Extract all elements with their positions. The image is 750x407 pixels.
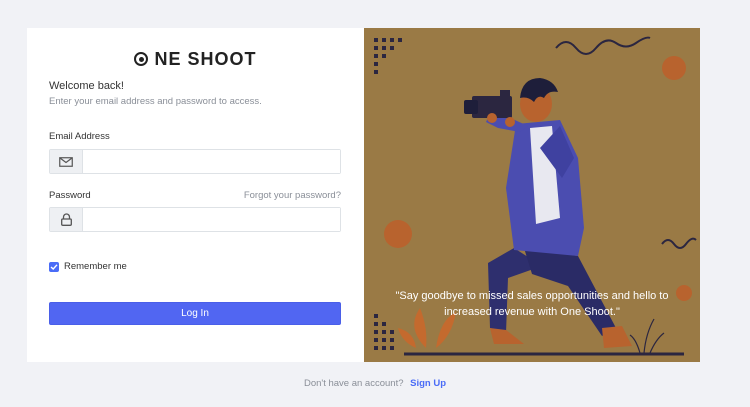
signup-footer: Don't have an account? Sign Up bbox=[0, 378, 750, 389]
remember-me-row: Remember me bbox=[49, 261, 127, 272]
password-label: Password bbox=[49, 190, 91, 201]
password-input-group bbox=[49, 207, 341, 232]
email-label: Email Address bbox=[49, 131, 110, 142]
brand-logo: NE SHOOT bbox=[27, 48, 364, 70]
lock-icon bbox=[50, 208, 83, 231]
logo-text: NE SHOOT bbox=[154, 48, 257, 69]
welcome-subtitle: Enter your email address and password to… bbox=[49, 96, 262, 107]
signup-link[interactable]: Sign Up bbox=[410, 378, 446, 389]
logo-o-icon bbox=[134, 52, 149, 66]
login-form-panel: NE SHOOT Welcome back! Enter your email … bbox=[27, 28, 364, 362]
welcome-heading: Welcome back! bbox=[49, 80, 124, 92]
signup-prompt: Don't have an account? bbox=[303, 378, 404, 389]
login-button[interactable]: Log In bbox=[49, 302, 341, 325]
login-card: NE SHOOT Welcome back! Enter your email … bbox=[27, 28, 700, 362]
illustration-panel: "Say goodbye to missed sales opportuniti… bbox=[364, 28, 700, 362]
email-input[interactable] bbox=[83, 150, 340, 173]
testimonial-quote: "Say goodbye to missed sales opportuniti… bbox=[395, 290, 669, 318]
password-input[interactable] bbox=[83, 208, 340, 231]
remember-me-label[interactable]: Remember me bbox=[64, 261, 127, 272]
mail-icon bbox=[50, 150, 83, 173]
email-input-group bbox=[49, 149, 341, 174]
check-icon bbox=[50, 263, 58, 270]
remember-me-checkbox[interactable] bbox=[49, 261, 59, 272]
forgot-password-link[interactable]: Forgot your password? bbox=[244, 190, 341, 201]
dot-grid-decoration bbox=[374, 38, 402, 74]
